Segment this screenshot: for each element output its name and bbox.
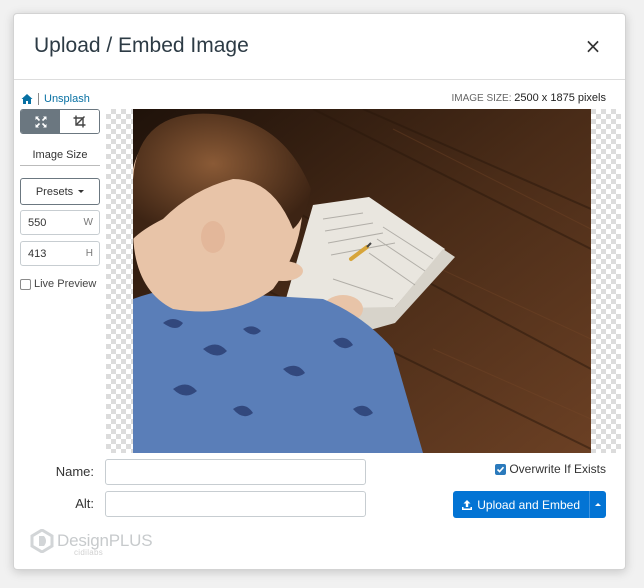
resize-icon <box>34 115 47 128</box>
chevron-up-icon <box>595 503 601 506</box>
upload-icon <box>462 499 473 510</box>
alt-input[interactable] <box>106 492 365 516</box>
presets-dropdown[interactable]: Presets <box>20 178 100 205</box>
crop-mode-button[interactable] <box>60 110 99 133</box>
image-size-label: IMAGE SIZE: <box>451 93 512 104</box>
dialog-header: Upload / Embed Image × <box>14 14 625 80</box>
height-field: H <box>20 241 100 266</box>
live-preview-label: Live Preview <box>34 278 97 290</box>
upload-button-label: Upload and Embed <box>477 497 580 512</box>
overwrite-option[interactable]: Overwrite If Exists <box>495 462 606 476</box>
image-size-heading: Image Size <box>32 149 88 161</box>
height-input[interactable] <box>21 247 75 260</box>
breadcrumb-unsplash-link[interactable]: Unsplash <box>44 93 90 105</box>
width-unit-label: W <box>83 217 93 228</box>
upload-options-toggle[interactable] <box>589 491 606 518</box>
presets-label: Presets <box>35 185 74 198</box>
name-field <box>105 459 366 485</box>
image-size-divider <box>20 165 100 166</box>
alt-field <box>105 491 366 517</box>
upload-and-embed-button[interactable]: Upload and Embed <box>453 491 589 518</box>
name-input[interactable] <box>106 460 365 484</box>
logo-subtext: cidilabs <box>74 548 104 557</box>
width-field: W <box>20 210 100 235</box>
upload-embed-dialog: Upload / Embed Image × Unsplash IMAGE SI… <box>13 13 626 570</box>
checkmark-icon <box>497 466 505 473</box>
dialog-title: Upload / Embed Image <box>34 34 249 57</box>
mode-toggle <box>20 109 100 134</box>
image-size-readout: IMAGE SIZE: 2500 x 1875 pixels <box>451 92 606 104</box>
designplus-logo: DesignPLUS cidilabs <box>30 529 153 557</box>
image-size-value: 2500 x 1875 pixels <box>514 92 606 104</box>
home-icon[interactable] <box>21 93 33 105</box>
upload-button-group: Upload and Embed <box>453 491 606 518</box>
breadcrumb: Unsplash <box>21 91 90 107</box>
live-preview-checkbox[interactable] <box>20 278 31 290</box>
live-preview-option[interactable]: Live Preview <box>20 278 96 290</box>
overwrite-label: Overwrite If Exists <box>509 462 606 476</box>
image-preview <box>133 109 591 453</box>
overwrite-checkbox[interactable] <box>495 463 507 475</box>
alt-label: Alt: <box>75 496 94 511</box>
logo-text: DesignPLUS <box>57 531 153 550</box>
height-unit-label: H <box>85 248 93 259</box>
chevron-down-icon <box>78 190 85 193</box>
image-canvas[interactable] <box>106 109 621 453</box>
crop-icon <box>73 115 86 128</box>
width-input[interactable] <box>21 216 75 229</box>
name-label: Name: <box>55 464 94 479</box>
close-button[interactable]: × <box>583 36 603 56</box>
resize-mode-button[interactable] <box>21 110 60 133</box>
designplus-logo-icon <box>30 529 54 553</box>
breadcrumb-divider <box>38 93 39 105</box>
